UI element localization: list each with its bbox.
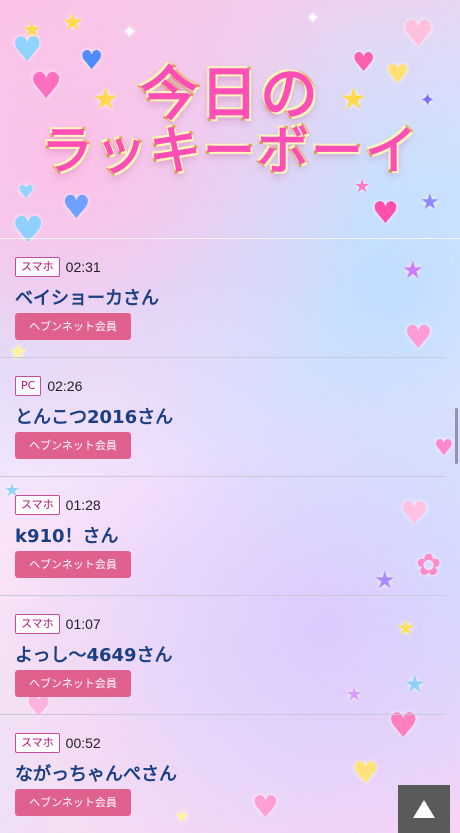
entry-time: 01:07 [65,616,101,632]
title-line-2: ラッキーボーイ [39,122,419,183]
user-name[interactable]: ながっちゃんぺさん [15,760,177,786]
list-item: PC 02:26 とんこつ2016さん ヘブンネット会員 [0,358,446,477]
entry-time: 02:31 [65,259,101,275]
title-line-1: 今日の [138,60,320,129]
entry-time: 02:26 [47,378,83,394]
device-badge: PC [15,376,42,396]
list-item: スマホ 01:07 よっし〜4649さん ヘブンネット会員 [0,596,446,715]
entry-meta: スマホ 01:28 [15,495,101,515]
page-title: 今日の ラッキーボーイ [39,60,419,183]
member-badge: ヘブンネット会員 [15,551,131,578]
device-badge: スマホ [15,495,60,515]
user-name[interactable]: よっし〜4649さん [15,641,173,667]
entry-meta: スマホ 01:07 [15,614,101,634]
member-badge: ヘブンネット会員 [15,313,131,340]
lucky-boy-list: スマホ 02:31 ベイショーカさん ヘブンネット会員 PC 02:26 とんこ… [0,239,446,833]
scroll-to-top-button[interactable] [398,785,450,833]
entry-meta: スマホ 02:31 [15,257,101,277]
entry-time: 00:52 [65,735,101,751]
entry-time: 01:28 [65,497,101,513]
user-name[interactable]: ベイショーカさん [15,284,159,310]
device-badge: スマホ [15,733,60,753]
member-badge: ヘブンネット会員 [15,789,131,816]
list-item: スマホ 02:31 ベイショーカさん ヘブンネット会員 [0,239,446,358]
triangle-up-icon [413,800,435,818]
device-badge: スマホ [15,257,60,277]
user-name[interactable]: k910！さん [15,522,119,548]
scrollbar[interactable] [455,408,458,464]
entry-meta: PC 02:26 [15,376,82,396]
user-name[interactable]: とんこつ2016さん [15,403,173,429]
device-badge: スマホ [15,614,60,634]
member-badge: ヘブンネット会員 [15,670,131,697]
header-banner: 今日の ラッキーボーイ [0,0,460,238]
list-item: スマホ 01:28 k910！さん ヘブンネット会員 [0,477,446,596]
list-item: スマホ 00:52 ながっちゃんぺさん ヘブンネット会員 [0,715,446,833]
entry-meta: スマホ 00:52 [15,733,101,753]
member-badge: ヘブンネット会員 [15,432,131,459]
